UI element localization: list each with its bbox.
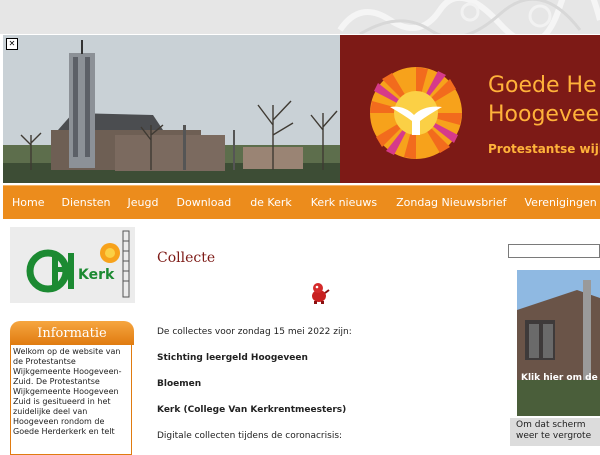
photo-overlay-text: Klik hier om de: [521, 373, 598, 383]
close-icon[interactable]: ✕: [6, 38, 18, 50]
collecte-item-1: Stichting leergeld Hoogeveen: [157, 353, 308, 363]
gh-logo-text: Kerk: [78, 267, 115, 283]
nav-item-verenigingen[interactable]: Verenigingen: [525, 196, 597, 209]
page-title: Collecte: [157, 250, 216, 266]
collecte-intro: De collectes voor zondag 15 mei 2022 zij…: [157, 327, 352, 337]
swirl-pattern: [0, 0, 600, 34]
digital-collecte-line: Digitale collecten tijdens de coronacris…: [157, 431, 343, 441]
search-input[interactable]: [508, 244, 600, 258]
nav-item-diensten[interactable]: Diensten: [61, 196, 110, 209]
brand-subtitle: Protestantse wijkge: [488, 142, 600, 156]
main-navigation: Home Diensten Jeugd Download de Kerk Ker…: [3, 185, 600, 219]
mascot-figure-icon: [312, 283, 330, 304]
nav-item-jeugd[interactable]: Jeugd: [128, 196, 159, 209]
brand-title: Goede He Hoogevee: [488, 73, 600, 127]
info-panel-text: Welkom op de website van de Protestantse…: [10, 345, 132, 455]
collecte-item-2: Bloemen: [157, 379, 202, 389]
nav-item-kerk-nieuws[interactable]: Kerk nieuws: [311, 196, 377, 209]
header-brand-banner: Goede He Hoogevee Protestantse wijkge: [340, 35, 600, 183]
top-decorative-strip: [0, 0, 600, 34]
photo-caption: Om dat scherm weer te vergrote: [510, 418, 600, 446]
gh-kerk-logo[interactable]: Kerk: [10, 227, 135, 303]
nav-item-home[interactable]: Home: [12, 196, 44, 209]
collecte-item-3: Kerk (College Van Kerkrentmeesters): [157, 405, 347, 415]
dove-logo-icon: [370, 67, 462, 159]
church-photo-link[interactable]: Klik hier om de: [517, 270, 600, 416]
nav-item-zondag-nieuwsbrief[interactable]: Zondag Nieuwsbrief: [396, 196, 506, 209]
nav-item-download[interactable]: Download: [177, 196, 232, 209]
header-church-photo: [3, 35, 340, 183]
info-panel-title: Informatie: [10, 321, 134, 345]
nav-item-de-kerk[interactable]: de Kerk: [250, 196, 292, 209]
